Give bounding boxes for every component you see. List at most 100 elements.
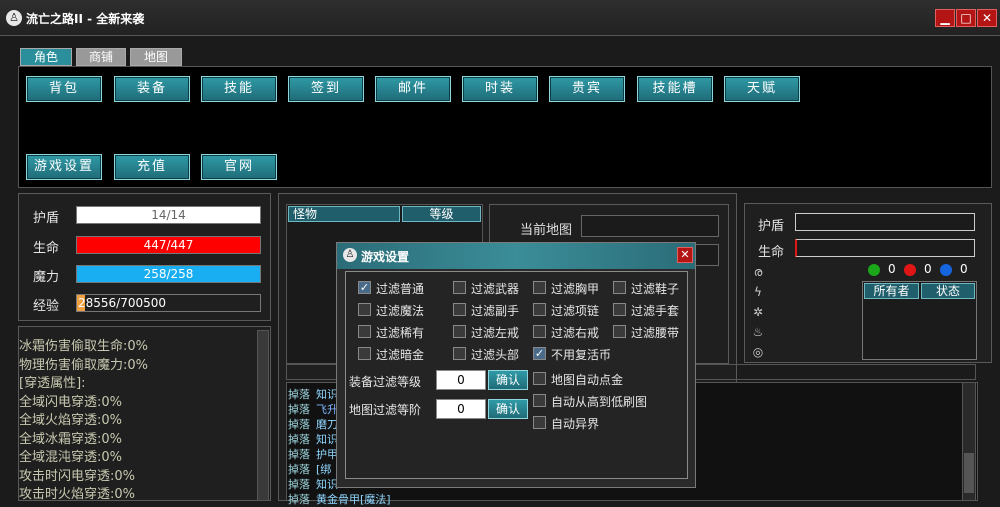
drop-log-item: 飞升 [316,403,338,416]
map-level-input[interactable]: 0 [436,399,486,419]
map-level-confirm-button[interactable]: 确认 [488,399,528,419]
tab-character[interactable]: 角色 [20,48,72,66]
checkbox-8[interactable] [358,325,371,338]
checkbox-6[interactable] [533,303,546,316]
auto-option-checkbox-2[interactable] [533,416,546,429]
equip-level-label: 装备过滤等级 [349,375,422,389]
auto-option-checkbox-1[interactable] [533,394,546,407]
equip-level-confirm-button[interactable]: 确认 [488,370,528,390]
checkbox-14[interactable]: ✓ [533,347,546,360]
checkbox-13[interactable] [453,347,466,360]
checkbox-label-12: 过滤暗金 [376,348,425,362]
dialog-close-button[interactable]: ✕ [677,247,693,263]
hp-label: 生命 [33,241,60,256]
dialog-title: 游戏设置 [361,250,410,264]
shield-value: 14/14 [151,208,186,222]
checkbox-label-2: 过滤胸甲 [551,282,600,296]
app-icon: ♙ [6,10,22,26]
drop-log-item: 知识 [316,433,338,446]
drop-log-prefix: 掉落 [288,433,310,446]
drop-log-item: [绑 [316,463,332,476]
spiral-icon: ◎ [752,345,764,359]
menu-button-5[interactable]: 时装 [462,76,538,102]
drop-log-item: 磨刀 [316,418,338,431]
attributes-scrollbar[interactable] [257,330,269,501]
counter-value-0: 0 [888,262,896,276]
auto-option-checkbox-0[interactable] [533,372,546,385]
hp-bar: 447/447 [76,236,261,254]
owner-column-header[interactable]: 所有者 [864,283,919,299]
menu-button-7[interactable]: 技能槽 [637,76,713,102]
attribute-line: [穿透属性]: [19,376,86,391]
enemy-shield-bar [795,213,975,231]
checkbox-10[interactable] [533,325,546,338]
snowflake-icon: ✲ [752,305,764,319]
attribute-line: 全域混沌穿透:0% [19,450,123,465]
checkbox-label-1: 过滤武器 [471,282,520,296]
drop-log-line: 掉落 知识 [288,431,338,447]
menu-button-3[interactable]: 签到 [288,76,364,102]
drop-log-line: 掉落 飞升 [288,401,338,417]
level-column-header[interactable]: 等级 [402,206,481,222]
checkbox-label-9: 过滤左戒 [471,326,520,340]
checkbox-11[interactable] [613,325,626,338]
menu-button-2[interactable]: 技能 [201,76,277,102]
enemy-hp-bar [795,239,975,257]
auto-option-label-0: 地图自动点金 [551,373,624,387]
tab-map[interactable]: 地图 [130,48,182,66]
menu-button-4[interactable]: 邮件 [375,76,451,102]
close-button[interactable]: ✕ [977,9,997,27]
checkbox-12[interactable] [358,347,371,360]
checkbox-0[interactable]: ✓ [358,281,371,294]
attribute-line: 攻击时火焰穿透:0% [19,487,136,502]
monster-column-header[interactable]: 怪物 [288,206,400,222]
menu-button-row2-1[interactable]: 充值 [114,154,190,180]
counter-value-1: 0 [924,262,932,276]
current-map-field [581,215,719,237]
window-title: 流亡之路II - 全新来袭 [26,12,145,26]
dialog-content: ✓ 过滤普通 过滤武器 过滤胸甲 过滤鞋子 过滤魔法 过滤副手 过滤项链 过滤手套 过滤稀有 过滤左… [345,271,688,479]
log-scrollbar[interactable] [962,382,976,501]
checkbox-label-5: 过滤副手 [471,304,520,318]
checkbox-5[interactable] [453,303,466,316]
menu-button-6[interactable]: 贵宾 [549,76,625,102]
checkbox-label-14: 不用复活币 [551,348,612,362]
mp-value: 258/258 [143,267,194,281]
drop-log-item: 知识 [316,478,338,491]
attribute-line: 物理伤害偷取魔力:0% [19,357,149,373]
auto-option-label-2: 自动异界 [551,417,600,431]
menu-button-1[interactable]: 装备 [114,76,190,102]
flame-icon: ♨ [752,325,764,339]
drop-log-prefix: 掉落 [288,418,310,431]
drop-log-prefix: 掉落 [288,493,310,506]
log-scroll-thumb[interactable] [964,453,974,493]
checkbox-1[interactable] [453,281,466,294]
enemy-shield-label: 护盾 [758,219,785,234]
checkbox-3[interactable] [613,281,626,294]
equip-level-input[interactable]: 0 [436,370,486,390]
drop-log-line: 掉落 磨刀 [288,416,338,432]
maximize-button[interactable]: □ [956,9,976,27]
status-column-header[interactable]: 状态 [921,283,975,299]
drop-log-prefix: 掉落 [288,463,310,476]
checkbox-label-13: 过滤头部 [471,348,520,362]
checkbox-label-3: 过滤鞋子 [631,282,680,296]
menu-button-row2-2[interactable]: 官网 [201,154,277,180]
drop-log-line: 掉落 护甲 [288,446,338,462]
current-map-label: 当前地图 [520,223,573,238]
menu-button-row2-0[interactable]: 游戏设置 [26,154,102,180]
mp-bar: 258/258 [76,265,261,283]
checkbox-4[interactable] [358,303,371,316]
drop-log-line: 掉落 知识 [288,476,338,492]
shield-label: 护盾 [33,211,60,226]
checkbox-9[interactable] [453,325,466,338]
drop-log-prefix: 掉落 [288,478,310,491]
checkbox-2[interactable] [533,281,546,294]
checkbox-7[interactable] [613,303,626,316]
menu-button-8[interactable]: 天赋 [724,76,800,102]
enemy-hp-label: 生命 [758,245,785,260]
map-level-label: 地图过滤等阶 [349,403,422,417]
menu-button-0[interactable]: 背包 [26,76,102,102]
tab-shop[interactable]: 商铺 [76,48,126,66]
minimize-button[interactable]: ▁ [935,9,955,27]
